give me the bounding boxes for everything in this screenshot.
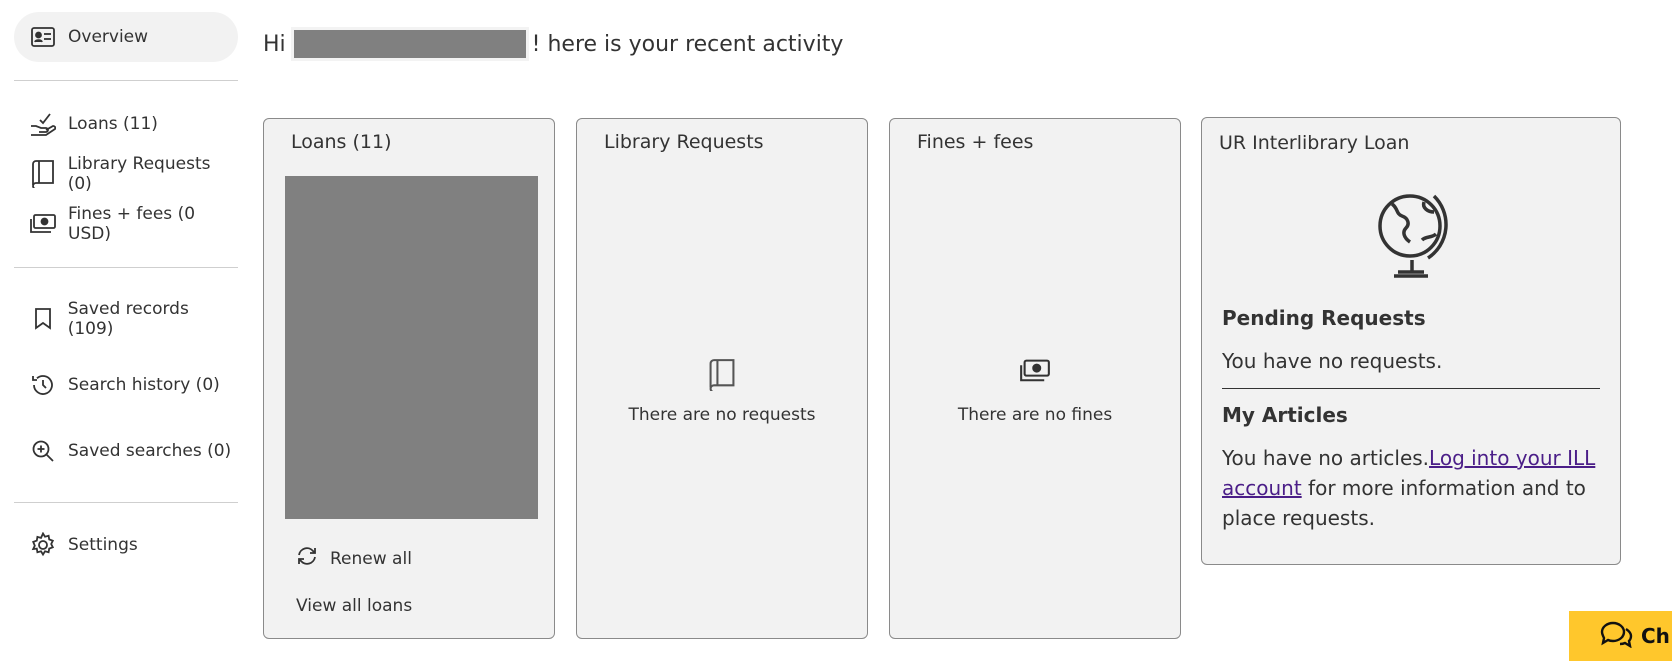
sidebar-item-search-history[interactable]: Search history (0) xyxy=(14,352,238,418)
money-icon xyxy=(1019,359,1051,391)
sidebar-item-label: Search history (0) xyxy=(68,375,220,395)
refresh-icon xyxy=(296,546,318,571)
money-icon xyxy=(30,211,56,237)
id-card-icon xyxy=(30,24,56,50)
card-title: Library Requests xyxy=(604,131,764,153)
sidebar-item-loans[interactable]: Loans (11) xyxy=(14,99,238,149)
loans-card: Loans (11) Renew all View all loans xyxy=(263,118,555,639)
hand-check-icon xyxy=(30,111,56,137)
sidebar-item-label: Saved records (109) xyxy=(67,299,189,339)
sidebar-item-label: Fines + fees (0 USD) xyxy=(68,204,196,244)
empty-state: There are no requests xyxy=(577,359,867,425)
library-requests-card: Library Requests There are no requests xyxy=(576,118,868,639)
sidebar-item-label: Overview xyxy=(68,27,149,47)
renew-all-button[interactable]: Renew all xyxy=(296,546,412,571)
empty-message: There are no requests xyxy=(628,405,816,425)
section-divider xyxy=(1222,388,1600,389)
loans-preview-image xyxy=(285,176,538,519)
renew-all-label: Renew all xyxy=(330,548,412,569)
gear-icon xyxy=(30,532,56,558)
book-icon xyxy=(706,359,738,394)
sidebar-divider xyxy=(14,267,238,268)
my-articles-heading: My Articles xyxy=(1222,403,1348,427)
sidebar-item-saved-searches[interactable]: Saved searches (0) xyxy=(14,418,238,484)
chat-button[interactable]: Ch xyxy=(1569,611,1672,661)
articles-status: You have no articles. xyxy=(1222,446,1430,470)
my-articles-text: You have no articles.Log into your ILL a… xyxy=(1222,443,1600,533)
greeting-suffix: ! here is your recent activity xyxy=(531,31,844,57)
view-all-loans-link[interactable]: View all loans xyxy=(296,596,412,616)
interlibrary-loan-card: UR Interlibrary Loan Pending Requests Yo… xyxy=(1201,117,1621,565)
sidebar-item-requests[interactable]: Library Requests (0) xyxy=(14,149,238,199)
sidebar-divider xyxy=(14,80,238,81)
chat-icon xyxy=(1599,620,1633,653)
bookmark-icon xyxy=(30,306,56,332)
empty-message: There are no fines xyxy=(957,405,1113,425)
sidebar-item-fines[interactable]: Fines + fees (0 USD) xyxy=(14,199,238,249)
sidebar-item-label: Library Requests (0) xyxy=(67,154,211,194)
card-title: Fines + fees xyxy=(917,131,1034,153)
pending-requests-heading: Pending Requests xyxy=(1222,306,1426,330)
chat-label: Ch xyxy=(1641,624,1670,648)
search-plus-icon xyxy=(30,438,56,464)
fines-card: Fines + fees There are no fines xyxy=(889,118,1181,639)
sidebar-item-saved-records[interactable]: Saved records (109) xyxy=(14,286,238,352)
pending-requests-text: You have no requests. xyxy=(1222,349,1443,373)
sidebar: Overview Loans (11) Library Requests (0)… xyxy=(14,12,238,569)
greeting: Hi ! here is your recent activity xyxy=(263,27,844,61)
card-title: UR Interlibrary Loan xyxy=(1219,132,1410,154)
redacted-username xyxy=(290,27,529,61)
card-title: Loans (11) xyxy=(291,131,392,153)
greeting-prefix: Hi xyxy=(263,31,286,57)
sidebar-item-label: Loans (11) xyxy=(68,114,158,134)
sidebar-divider xyxy=(14,502,238,503)
empty-state: There are no fines xyxy=(890,359,1180,425)
book-icon xyxy=(30,160,56,188)
sidebar-item-label: Settings xyxy=(68,535,138,555)
globe-icon xyxy=(1372,188,1452,284)
history-icon xyxy=(30,372,56,398)
sidebar-item-overview[interactable]: Overview xyxy=(14,12,238,62)
sidebar-item-label: Saved searches (0) xyxy=(68,441,232,461)
sidebar-item-settings[interactable]: Settings xyxy=(14,521,238,569)
